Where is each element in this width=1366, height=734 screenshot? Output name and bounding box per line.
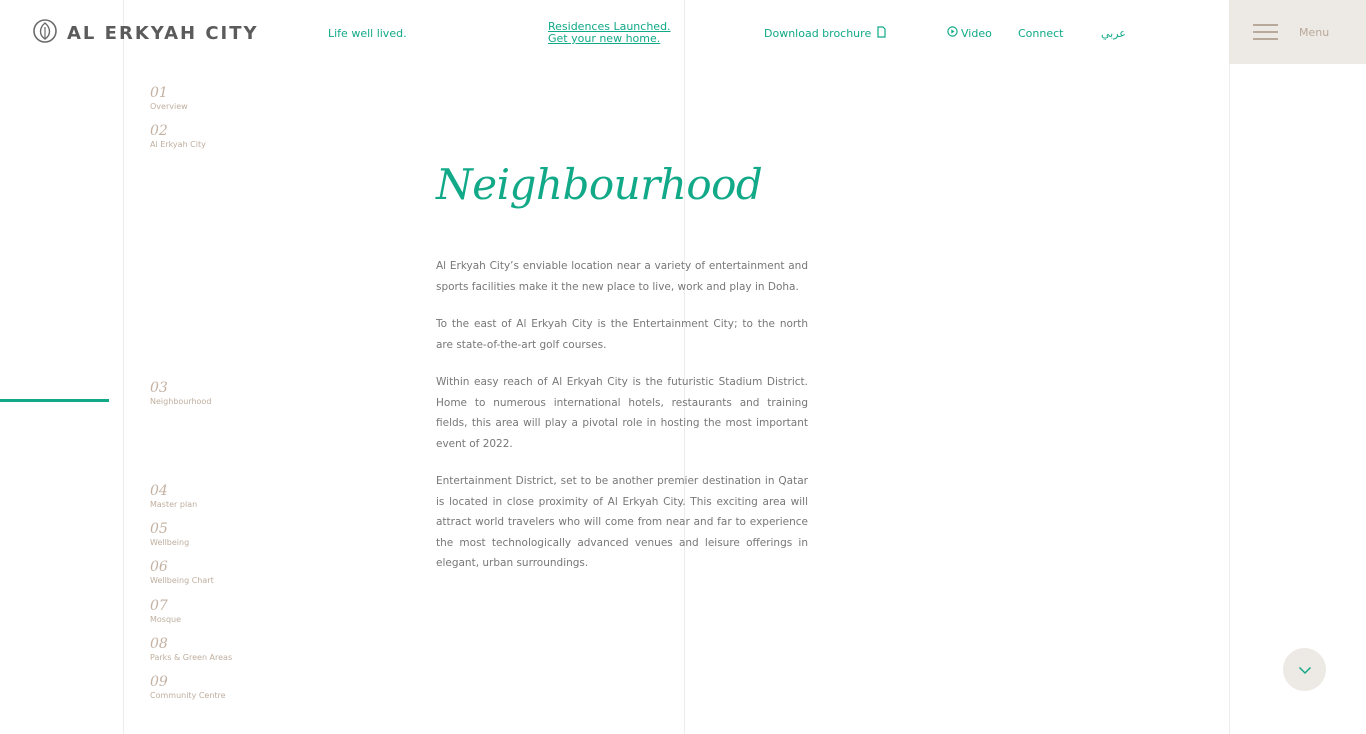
section-label: Wellbeing Chart (150, 576, 214, 585)
paragraph: Entertainment District, set to be anothe… (436, 475, 808, 569)
connect-link[interactable]: Connect (1018, 27, 1063, 40)
paragraph: Within easy reach of Al Erkyah City is t… (436, 376, 808, 450)
section-number: 04 (150, 483, 168, 499)
download-brochure-link[interactable]: Download brochure (764, 26, 886, 41)
residences-link[interactable]: Residences Launched. Get your new home. (548, 21, 671, 45)
residences-line-2: Get your new home. (548, 32, 661, 45)
section-label: Mosque (150, 615, 182, 624)
sidebar-item-neighbourhood[interactable]: 03 Neighbourhood (150, 380, 211, 406)
play-circle-icon (947, 26, 958, 40)
grid-line-left (123, 0, 124, 734)
chevron-down-icon (1298, 660, 1312, 679)
menu-label: Menu (1299, 26, 1330, 39)
section-number: 08 (150, 636, 168, 652)
section-label: Overview (150, 102, 188, 111)
download-label: Download brochure (764, 27, 872, 40)
sidebar-item-wellbeing[interactable]: 05 Wellbeing (150, 521, 189, 547)
video-label: Video (961, 26, 992, 40)
sidebar-item-parks-green-areas[interactable]: 08 Parks & Green Areas (150, 636, 232, 662)
menu-button[interactable]: Menu (1229, 0, 1366, 64)
hamburger-icon (1253, 24, 1278, 45)
arabic-language-link[interactable]: عربي (1101, 27, 1126, 40)
sidebar-item-wellbeing-chart[interactable]: 06 Wellbeing Chart (150, 559, 214, 585)
section-number: 05 (150, 521, 168, 537)
section-label: Parks & Green Areas (150, 653, 233, 662)
sidebar-item-overview[interactable]: 01 Overview (150, 85, 188, 111)
section-number: 06 (150, 559, 168, 575)
document-icon (877, 26, 886, 41)
section-label: Al Erkyah City (150, 140, 206, 149)
section-label: Master plan (150, 500, 198, 509)
sidebar-item-master-plan[interactable]: 04 Master plan (150, 483, 197, 509)
content-body: Al Erkyah City’s enviable location near … (436, 256, 808, 591)
page-title: Neighbourhood (436, 160, 763, 209)
section-label: Community Centre (150, 691, 226, 700)
sidebar-item-mosque[interactable]: 07 Mosque (150, 598, 181, 624)
section-number: 01 (150, 85, 168, 101)
paragraph: Al Erkyah City’s enviable location near … (436, 260, 808, 293)
section-label: Neighbourhood (150, 397, 212, 406)
logo-text: AL ERKYAH CITY (67, 22, 259, 44)
leaf-logo-icon (33, 18, 57, 48)
section-number: 07 (150, 598, 168, 614)
section-label: Wellbeing (150, 538, 190, 547)
grid-line-right (1229, 0, 1230, 734)
section-number: 03 (150, 380, 168, 396)
sidebar-item-community-centre[interactable]: 09 Community Centre (150, 674, 226, 700)
paragraph: To the east of Al Erkyah City is the Ent… (436, 318, 808, 351)
sidebar-item-al-erkyah-city[interactable]: 02 Al Erkyah City (150, 123, 206, 149)
tagline: Life well lived. (328, 27, 407, 40)
section-number: 02 (150, 123, 168, 139)
active-section-indicator (0, 399, 109, 402)
scroll-down-button[interactable] (1283, 648, 1326, 691)
section-number: 09 (150, 674, 168, 690)
video-link[interactable]: Video (947, 26, 992, 40)
site-logo[interactable]: AL ERKYAH CITY (33, 18, 259, 48)
